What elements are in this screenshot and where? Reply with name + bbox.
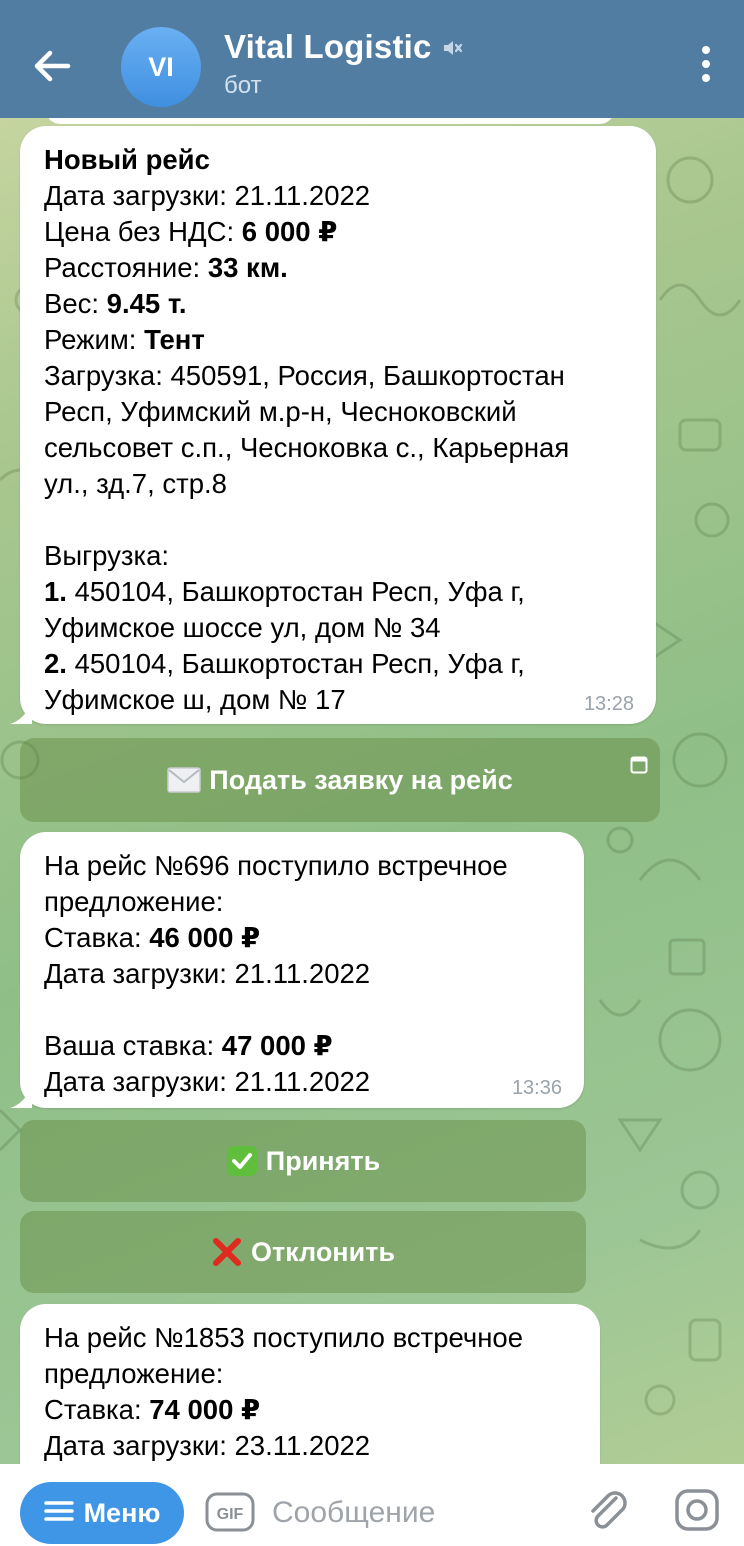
date-line: Дата загрузки: 21.11.2022 bbox=[44, 958, 371, 989]
message-title: Новый рейс bbox=[44, 144, 210, 175]
loading-address-line: ул., зд.7, стр.8 bbox=[44, 468, 227, 499]
avatar[interactable]: VI bbox=[121, 27, 201, 107]
open-link-icon bbox=[630, 750, 648, 781]
price-line: Цена без НДС: 6 000 ₽ bbox=[44, 216, 338, 247]
check-mark-icon bbox=[226, 1145, 258, 1177]
chat-header: VI Vital Logistic бот bbox=[0, 0, 744, 118]
decline-button-label: Отклонить bbox=[250, 1236, 396, 1267]
loading-address-line: Респ, Уфимский м.р-н, Чесноковский bbox=[44, 396, 517, 427]
rate-line: Ставка: 46 000 ₽ bbox=[44, 922, 261, 953]
loading-address-line: сельсовет с.п., Чесноковка с., Карьерная bbox=[44, 432, 570, 463]
apply-button-label: Подать заявку на рейс bbox=[209, 764, 513, 795]
menu-button-label: Меню bbox=[83, 1497, 161, 1528]
unloading-label: Выгрузка: bbox=[44, 540, 170, 571]
bubble-tail bbox=[10, 702, 32, 724]
gif-icon[interactable]: GIF bbox=[205, 1492, 255, 1537]
cross-mark-icon bbox=[211, 1236, 243, 1268]
paperclip-icon[interactable] bbox=[584, 1486, 628, 1537]
offer-header-line: предложение: bbox=[44, 1358, 224, 1389]
unloading-address-1-cont: Уфимское шоссе ул, дом № 34 bbox=[44, 612, 441, 643]
offer-header-line: предложение: bbox=[44, 886, 224, 917]
distance-line: Расстояние: 33 км. bbox=[44, 252, 288, 283]
offer-header-line: На рейс №1853 поступило встречное bbox=[44, 1322, 524, 1353]
envelope-icon bbox=[167, 767, 202, 793]
message-input[interactable] bbox=[272, 1490, 572, 1536]
chat-title: Vital Logistic bbox=[224, 28, 432, 65]
decline-button[interactable]: Отклонить bbox=[20, 1211, 586, 1293]
back-arrow-icon[interactable] bbox=[28, 42, 76, 90]
camera-icon[interactable] bbox=[674, 1488, 720, 1537]
bubble-tail bbox=[10, 1086, 32, 1108]
message-time: 13:28 bbox=[583, 693, 634, 715]
message-input-bar: Меню GIF bbox=[0, 1464, 744, 1546]
mode-line: Режим: Тент bbox=[44, 324, 205, 355]
message-time: 13:36 bbox=[511, 1077, 562, 1099]
unloading-address-1: 1. 450104, Башкортостан Респ, Уфа г, bbox=[44, 576, 525, 607]
rate-line: Ставка: 74 000 ₽ bbox=[44, 1394, 261, 1425]
hamburger-icon bbox=[43, 1498, 74, 1529]
loading-address-line: Загрузка: 450591, Россия, Башкортостан bbox=[44, 360, 565, 391]
svg-text:GIF: GIF bbox=[217, 1506, 244, 1523]
bot-menu-button[interactable]: Меню bbox=[20, 1482, 184, 1544]
chat-subtitle: бот bbox=[224, 72, 262, 99]
accept-button[interactable]: Принять bbox=[20, 1120, 586, 1202]
unloading-address-2: 2. 450104, Башкортостан Респ, Уфа г, bbox=[44, 648, 525, 679]
apply-for-trip-button[interactable]: Подать заявку на рейс bbox=[20, 738, 660, 822]
offer-header-line: На рейс №696 поступило встречное bbox=[44, 850, 508, 881]
accept-button-label: Принять bbox=[265, 1145, 381, 1176]
message-counter-offer-696: На рейс №696 поступило встречное предлож… bbox=[10, 832, 584, 1108]
your-rate-line: Ваша ставка: 47 000 ₽ bbox=[44, 1030, 333, 1061]
muted-speaker-icon bbox=[440, 36, 464, 65]
more-options-icon[interactable] bbox=[700, 46, 712, 84]
chat-title-block[interactable]: Vital Logistic бот bbox=[224, 28, 464, 100]
weight-line: Вес: 9.45 т. bbox=[44, 288, 187, 319]
message-new-trip: Новый рейс Дата загрузки: 21.11.2022 Цен… bbox=[10, 126, 656, 724]
date-line: Дата загрузки: 23.11.2022 bbox=[44, 1430, 371, 1461]
your-date-line: Дата загрузки: 21.11.2022 bbox=[44, 1066, 371, 1097]
unloading-address-2-cont: Уфимское ш, дом № 17 bbox=[44, 684, 346, 715]
load-date-line: Дата загрузки: 21.11.2022 bbox=[44, 180, 371, 211]
